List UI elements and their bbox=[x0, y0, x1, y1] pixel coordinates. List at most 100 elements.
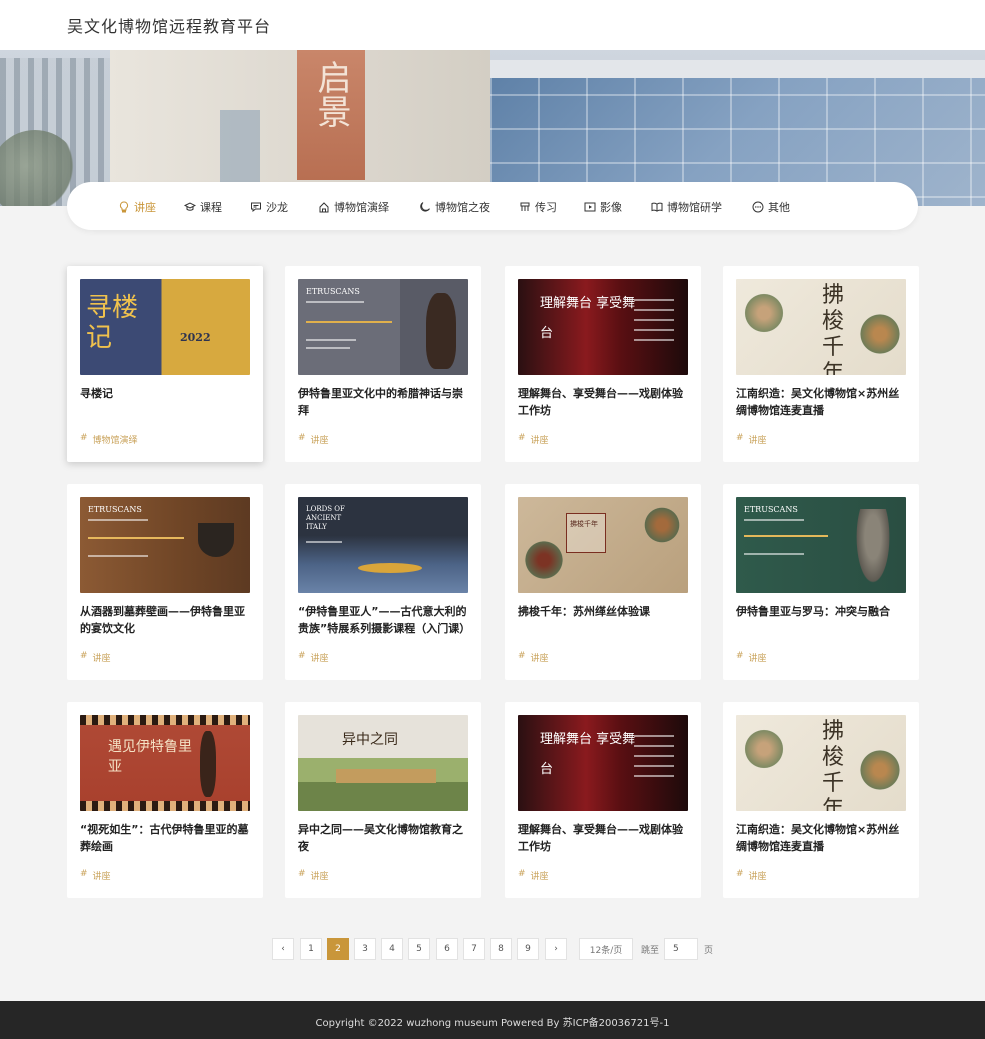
banner-poster: 启景 bbox=[297, 50, 365, 180]
nav-item-night[interactable]: 博物馆之夜 bbox=[419, 198, 490, 216]
card-tag: # 讲座 bbox=[518, 651, 549, 664]
page-button-4[interactable]: 4 bbox=[381, 938, 403, 960]
course-card[interactable]: 理解舞台 享受舞台 理解舞台、享受舞台——戏剧体验工作坊 # 讲座 bbox=[505, 266, 701, 462]
jump-label: 跳至 bbox=[641, 946, 660, 956]
card-title: 江南织造：吴文化博物馆×苏州丝绸博物馆连麦直播 bbox=[736, 387, 900, 417]
card-tag: # 讲座 bbox=[298, 433, 329, 446]
thumb-subtitle: 2022 bbox=[180, 331, 211, 344]
card-thumbnail: 遇见伊特鲁里亚 bbox=[80, 715, 250, 811]
thumb-title: ETRUSCANS bbox=[306, 287, 360, 296]
nav-item-salon[interactable]: 沙龙 bbox=[250, 198, 288, 216]
nav-item-video[interactable]: 影像 bbox=[584, 198, 622, 216]
card-thumbnail: 异中之同 bbox=[298, 715, 468, 811]
thumb-title: 拂梭千年 bbox=[822, 283, 845, 375]
card-tag-label: 讲座 bbox=[530, 436, 549, 446]
lamp-icon bbox=[119, 201, 129, 213]
course-card[interactable]: ETRUSCANS 伊特鲁里亚文化中的希腊神话与崇拜 # 讲座 bbox=[285, 266, 481, 462]
course-card[interactable]: 遇见伊特鲁里亚 “视死如生”：古代伊特鲁里亚的墓葬绘画 # 讲座 bbox=[67, 702, 263, 898]
page-button-5[interactable]: 5 bbox=[408, 938, 430, 960]
page-button-1[interactable]: 1 bbox=[300, 938, 322, 960]
more-icon bbox=[752, 201, 764, 213]
page-button-2[interactable]: 2 bbox=[327, 938, 349, 960]
course-card[interactable]: 异中之同 异中之同——吴文化博物馆教育之夜 # 讲座 bbox=[285, 702, 481, 898]
course-card[interactable]: 拂梭千年 江南织造：吴文化博物馆×苏州丝绸博物馆连麦直播 # 讲座 bbox=[723, 702, 919, 898]
nav-item-course[interactable]: 课程 bbox=[184, 198, 222, 216]
page-unit-label: 页 bbox=[704, 946, 714, 956]
page-button-9[interactable]: 9 bbox=[517, 938, 539, 960]
card-title: 寻楼记 bbox=[80, 387, 113, 400]
category-nav: 讲座 课程 沙龙 博物馆演绎 博物馆之夜 传习 影像 博物馆研学 其他 bbox=[67, 182, 918, 230]
card-tag-label: 博物馆演绎 bbox=[92, 436, 138, 446]
hash-icon: # bbox=[518, 869, 526, 879]
next-page-button[interactable]: › bbox=[545, 938, 567, 960]
copyright-text: Copyright ©2022 wuzhong museum Powered B… bbox=[315, 1018, 670, 1029]
pagination: ‹ 1 2 3 4 5 6 7 8 9 › 12条/页 跳至 页 bbox=[0, 938, 985, 960]
card-title: 江南织造：吴文化博物馆×苏州丝绸博物馆连麦直播 bbox=[736, 823, 900, 853]
course-card[interactable]: 寻楼记 2022 寻楼记 # 博物馆演绎 bbox=[67, 266, 263, 462]
hash-icon: # bbox=[736, 651, 744, 661]
thumb-title: 异中之同 bbox=[342, 732, 398, 748]
graduation-cap-icon bbox=[184, 202, 196, 211]
hash-icon: # bbox=[298, 651, 306, 661]
nav-item-study-tour[interactable]: 博物馆研学 bbox=[651, 198, 722, 216]
top-bar: 吴文化博物馆远程教育平台 bbox=[0, 0, 985, 50]
nav-item-other[interactable]: 其他 bbox=[752, 198, 790, 216]
course-card[interactable]: 拂梭千年 江南织造：吴文化博物馆×苏州丝绸博物馆连麦直播 # 讲座 bbox=[723, 266, 919, 462]
card-thumbnail: 拂梭千年 bbox=[736, 715, 906, 811]
hash-icon: # bbox=[518, 651, 526, 661]
nav-item-lecture[interactable]: 讲座 bbox=[118, 198, 156, 216]
card-title: 理解舞台、享受舞台——戏剧体验工作坊 bbox=[518, 387, 683, 417]
card-tag: # 讲座 bbox=[298, 869, 329, 882]
card-tag-label: 讲座 bbox=[92, 654, 111, 664]
page-button-6[interactable]: 6 bbox=[436, 938, 458, 960]
hash-icon: # bbox=[736, 869, 744, 879]
hash-icon: # bbox=[736, 433, 744, 443]
course-card[interactable]: ETRUSCANS 伊特鲁里亚与罗马：冲突与融合 # 讲座 bbox=[723, 484, 919, 680]
page-button-7[interactable]: 7 bbox=[463, 938, 485, 960]
site-title[interactable]: 吴文化博物馆远程教育平台 bbox=[67, 13, 271, 37]
card-title: 拂梭千年：苏州缂丝体验课 bbox=[518, 605, 650, 618]
card-tag: # 博物馆演绎 bbox=[80, 433, 138, 446]
card-tag: # 讲座 bbox=[518, 433, 549, 446]
card-thumbnail: 拂梭千年 bbox=[736, 279, 906, 375]
card-tag: # 讲座 bbox=[736, 869, 767, 882]
card-thumbnail: LORDS OF ANCIENT ITALY bbox=[298, 497, 468, 593]
card-tag-label: 讲座 bbox=[310, 872, 329, 882]
course-card[interactable]: LORDS OF ANCIENT ITALY “伊特鲁里亚人”——古代意大利的贵… bbox=[285, 484, 481, 680]
thumb-title: ETRUSCANS bbox=[88, 505, 142, 514]
thumb-title: 理解舞台 享受舞台 bbox=[540, 732, 636, 777]
card-title: 理解舞台、享受舞台——戏剧体验工作坊 bbox=[518, 823, 683, 853]
card-tag-label: 讲座 bbox=[310, 436, 329, 446]
card-title: 伊特鲁里亚与罗马：冲突与融合 bbox=[736, 605, 890, 618]
page-button-3[interactable]: 3 bbox=[354, 938, 376, 960]
course-card[interactable]: 理解舞台 享受舞台 理解舞台、享受舞台——戏剧体验工作坊 # 讲座 bbox=[505, 702, 701, 898]
page-button-8[interactable]: 8 bbox=[490, 938, 512, 960]
prev-page-button[interactable]: ‹ bbox=[272, 938, 294, 960]
hash-icon: # bbox=[80, 433, 88, 443]
thumb-title: 拂梭千年 bbox=[822, 719, 845, 811]
thumb-title: 理解舞台 享受舞台 bbox=[540, 296, 636, 341]
play-icon bbox=[584, 202, 596, 212]
theater-icon bbox=[319, 202, 329, 213]
page-size-select[interactable]: 12条/页 bbox=[579, 938, 633, 960]
nav-item-label: 博物馆之夜 bbox=[435, 201, 490, 214]
thumb-title: 遇见伊特鲁里亚 bbox=[108, 739, 192, 775]
nav-item-performance[interactable]: 博物馆演绎 bbox=[318, 198, 389, 216]
nav-item-heritage[interactable]: 传习 bbox=[519, 198, 557, 216]
card-tag-label: 讲座 bbox=[748, 872, 767, 882]
card-tag: # 讲座 bbox=[298, 651, 329, 664]
course-card[interactable]: ETRUSCANS 从酒器到墓葬壁画——伊特鲁里亚的宴饮文化 # 讲座 bbox=[67, 484, 263, 680]
nav-item-label: 影像 bbox=[600, 201, 622, 214]
jump-page-input[interactable] bbox=[664, 938, 698, 960]
nav-item-label: 课程 bbox=[200, 201, 222, 214]
hash-icon: # bbox=[298, 433, 306, 443]
course-card[interactable]: 拂梭千年 拂梭千年：苏州缂丝体验课 # 讲座 bbox=[505, 484, 701, 680]
card-title: 异中之同——吴文化博物馆教育之夜 bbox=[298, 823, 463, 853]
card-tag-label: 讲座 bbox=[310, 654, 329, 664]
card-tag: # 讲座 bbox=[736, 433, 767, 446]
footer: Copyright ©2022 wuzhong museum Powered B… bbox=[0, 1001, 985, 1039]
card-thumbnail: ETRUSCANS bbox=[736, 497, 906, 593]
banner-poster-text: 启景 bbox=[311, 60, 351, 128]
thumb-title: ETRUSCANS bbox=[744, 505, 798, 514]
card-tag: # 讲座 bbox=[736, 651, 767, 664]
